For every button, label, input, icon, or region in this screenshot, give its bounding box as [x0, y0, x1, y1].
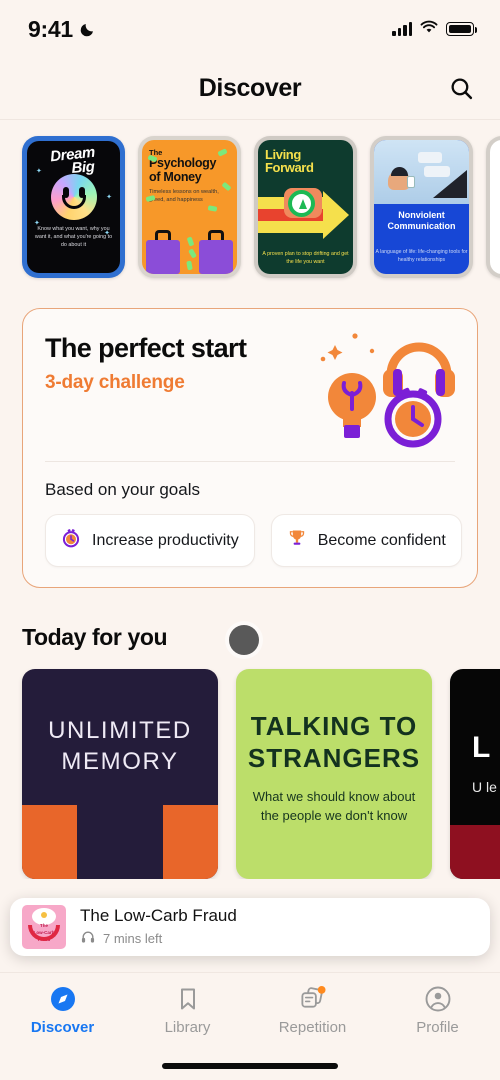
today-card-subtitle: U le	[472, 779, 497, 795]
mini-player-meta: The Low-Carb Fraud 7 mins left	[80, 906, 237, 948]
book-title: Nonviolent Communication	[374, 210, 469, 233]
today-card-partial[interactable]: L U le	[450, 669, 500, 879]
search-icon[interactable]	[444, 72, 478, 106]
today-card-title-line1: TALKING TO	[250, 711, 418, 741]
book-title-line2: Forward	[265, 160, 314, 176]
cellular-bars-icon	[392, 22, 412, 36]
suitcase-icon	[199, 240, 233, 274]
status-bar: 9:41	[0, 0, 500, 58]
home-indicator	[162, 1063, 338, 1069]
status-bar-right	[392, 20, 477, 39]
book-card-dream-big[interactable]: ✦ ✦ ✦ ✦ Dream Big Know what you want, wh…	[22, 136, 125, 278]
stopwatch-icon	[61, 528, 81, 553]
battery-full-icon	[446, 22, 477, 36]
bottom-navigation: Discover Library Repetition Profile	[0, 972, 500, 1080]
book-title-line1: Psychology	[149, 156, 217, 170]
smiley-face-icon	[50, 173, 97, 220]
book-card-living-forward[interactable]: Living Forward A proven plan to stop dri…	[254, 136, 357, 278]
headphones-icon	[80, 929, 96, 948]
book-subtitle: A proven plan to stop drifting and get t…	[262, 251, 349, 266]
book-title-line1: Living	[265, 147, 301, 162]
book-card-nonviolent-communication[interactable]: Nonviolent Communication A language of l…	[370, 136, 473, 278]
nav-label: Profile	[416, 1019, 459, 1036]
goal-chip-label: Become confident	[317, 531, 446, 549]
goal-chip-label: Increase productivity	[92, 531, 239, 549]
book-title-line2: Communication	[387, 221, 456, 232]
nav-label: Repetition	[278, 1019, 347, 1036]
compass-icon	[288, 190, 315, 217]
today-card-title-line2: STRANGERS	[247, 742, 421, 773]
suitcase-icon	[146, 240, 180, 274]
book-title-line1: Nonviolent	[398, 210, 445, 220]
book-carousel[interactable]: ✦ ✦ ✦ ✦ Dream Big Know what you want, wh…	[0, 120, 500, 294]
book-title: Living Forward	[258, 140, 353, 175]
today-card-title-line2: MEMORY	[61, 748, 179, 776]
today-card-title: UNLIMITED MEMORY	[22, 669, 218, 777]
status-bar-left: 9:41	[28, 16, 96, 43]
challenge-illustration	[317, 331, 457, 449]
moon-icon	[80, 21, 96, 37]
nav-label: Library	[164, 1019, 211, 1036]
bookmark-icon	[174, 985, 201, 1012]
today-card-title: L	[472, 731, 491, 764]
today-card-unlimited-memory[interactable]: UNLIMITED MEMORY	[22, 669, 218, 879]
status-time: 9:41	[28, 15, 73, 42]
goal-chip-increase-productivity[interactable]: Increase productivity	[45, 514, 255, 567]
today-card-talking-to-strangers[interactable]: TALKING TO STRANGERS What we should know…	[236, 669, 432, 879]
today-carousel[interactable]: UNLIMITED MEMORY TALKING TO STRANGERS Wh…	[0, 651, 500, 879]
nav-item-discover[interactable]: Discover	[0, 985, 125, 1080]
goal-chip-become-confident[interactable]: Become confident	[270, 514, 462, 567]
goal-chip-list[interactable]: Increase productivity Become confident	[45, 514, 477, 567]
challenge-goals-section: Based on your goals Increase productivit…	[23, 462, 477, 587]
page-title: Discover	[198, 74, 302, 102]
compass-icon	[49, 985, 76, 1012]
challenge-card-header: The perfect start 3-day challenge	[23, 309, 477, 461]
lightbulb-icon	[328, 373, 376, 438]
nav-label: Discover	[30, 1019, 95, 1036]
book-subtitle: Timeless lessons on wealth, greed, and h…	[149, 189, 219, 204]
phone-icon	[407, 176, 415, 188]
today-card-title: TALKING TO STRANGERS	[236, 669, 432, 774]
wifi-icon	[420, 20, 438, 39]
mini-player-thumbnail: The Low-Carb Fraud	[22, 905, 66, 949]
nav-item-profile[interactable]: Profile	[375, 985, 500, 1080]
book-card-partial[interactable]	[486, 136, 500, 278]
page-header: Discover	[0, 58, 500, 120]
shark-fin-icon	[433, 170, 467, 198]
book-subtitle: A language of life: life-changing tools …	[375, 248, 468, 263]
book-card-psychology-of-money[interactable]: The Psychology of Money Timeless lessons…	[138, 136, 241, 278]
trophy-icon	[287, 528, 307, 553]
book-title-line2: of Money	[149, 169, 202, 184]
mini-player-title: The Low-Carb Fraud	[80, 906, 237, 925]
today-card-title-line1: UNLIMITED	[48, 717, 192, 744]
mini-player-time-row: 7 mins left	[80, 929, 237, 948]
person-circle-icon	[424, 985, 451, 1012]
cards-icon	[299, 985, 326, 1012]
goals-label: Based on your goals	[45, 480, 200, 499]
touch-cursor-indicator	[229, 625, 259, 655]
challenge-card[interactable]: The perfect start 3-day challenge Based …	[22, 308, 478, 588]
mini-player-time-left: 7 mins left	[103, 931, 163, 946]
today-card-subtitle: What we should know about the people we …	[252, 789, 416, 824]
mini-player[interactable]: The Low-Carb Fraud The Low-Carb Fraud 7 …	[10, 898, 490, 956]
